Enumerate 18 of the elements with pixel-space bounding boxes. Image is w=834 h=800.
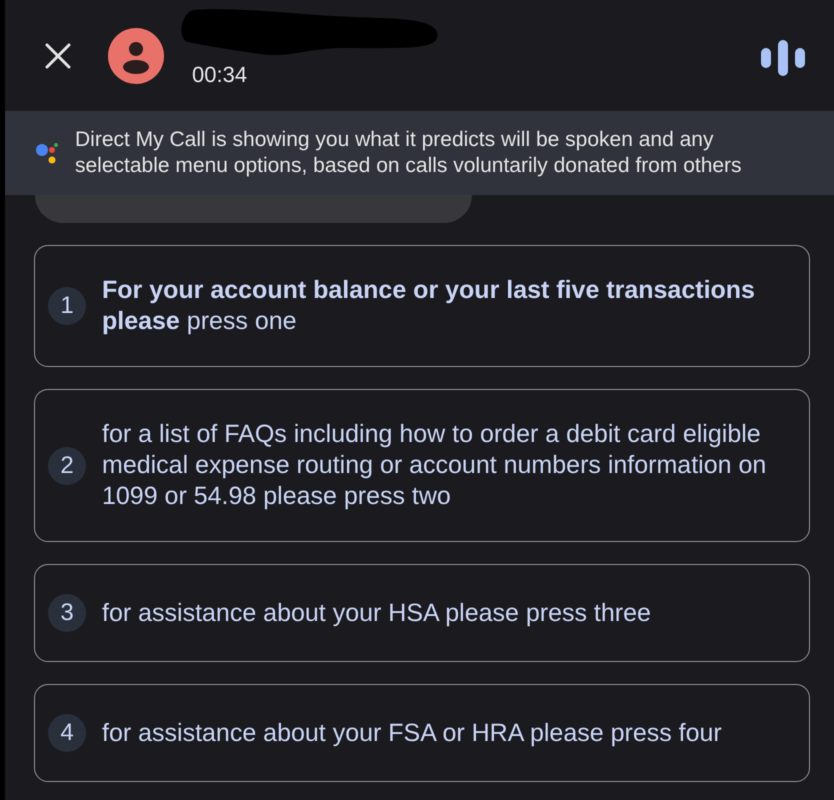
avatar-icon bbox=[108, 28, 164, 84]
menu-option-card[interactable]: 1 For your account balance or your last five transactions please press one bbox=[34, 245, 810, 367]
option-text: for assistance about your FSA or HRA please press four bbox=[102, 718, 722, 748]
menu-option-card[interactable]: 2 for a list of FAQs including how to order a debit card eligible medical expense routing or account numbers information on 1099 or 54.98 please press two bbox=[34, 389, 810, 542]
option-text: for assistance about your HSA please press three bbox=[102, 598, 651, 628]
menu-option-card[interactable]: 3 for assistance about your HSA please press three bbox=[34, 564, 810, 662]
option-number: 3 bbox=[48, 594, 86, 632]
call-timer: 00:34 bbox=[192, 61, 248, 89]
menu-option-card[interactable]: 4 for assistance about your FSA or HRA please press four bbox=[34, 684, 810, 782]
option-text: for a list of FAQs including how to order a debit card eligible medical expense routing or account numbers information on 1099 or 54.98 please press two bbox=[102, 419, 768, 512]
close-icon bbox=[45, 43, 71, 69]
banner-text: Direct My Call is showing you what it predicts will be spoken and any selectable menu options, based on calls voluntarily donated from others bbox=[75, 127, 743, 179]
option-number: 4 bbox=[48, 714, 86, 752]
option-number: 1 bbox=[48, 287, 86, 325]
option-number: 2 bbox=[48, 446, 86, 484]
audio-wave-icon bbox=[761, 40, 805, 76]
option-text: For your account balance or your last five transactions please press one bbox=[102, 275, 756, 337]
assistant-dots-icon bbox=[35, 141, 59, 165]
